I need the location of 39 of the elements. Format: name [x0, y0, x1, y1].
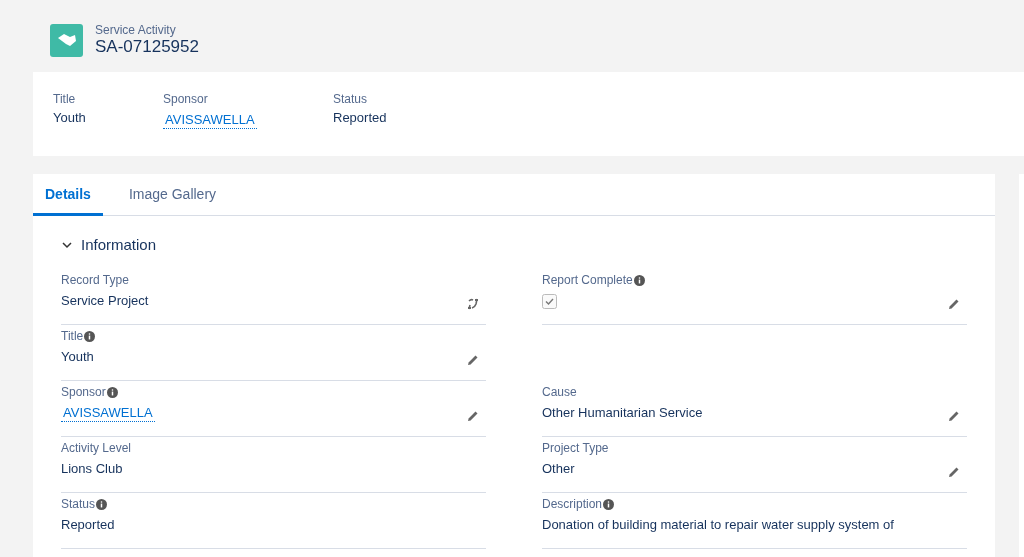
field-value: Youth	[61, 349, 94, 364]
field-label: Activity Level	[61, 441, 132, 455]
pencil-icon[interactable]	[466, 409, 480, 423]
sponsor-link[interactable]: AVISSAWELLA	[61, 403, 155, 422]
field-value: Service Project	[61, 293, 149, 308]
field-label: Project Type	[542, 441, 609, 455]
pencil-icon[interactable]	[947, 297, 961, 311]
field-label: Cause	[542, 385, 577, 399]
info-icon[interactable]	[106, 386, 118, 398]
info-icon[interactable]	[84, 330, 96, 342]
field-label: Sponsor	[61, 385, 106, 399]
field-value: Donation of building material to repair water supply system of	[542, 517, 894, 532]
field-value: Other Humanitarian Service	[542, 405, 703, 420]
field-label: Description	[542, 497, 603, 511]
field-value: Reported	[333, 110, 387, 125]
field-label: Sponsor	[163, 92, 208, 106]
field-value: Youth	[53, 110, 86, 125]
field-label: Status	[333, 92, 368, 106]
tab[interactable]: Image Gallery	[116, 174, 229, 216]
info-icon[interactable]	[633, 274, 645, 286]
field-label: Report Complete	[542, 273, 633, 287]
pencil-icon[interactable]	[947, 409, 961, 423]
field-label: Record Type	[61, 273, 129, 287]
object-type: Service Activity	[95, 23, 177, 37]
field-value: Other	[542, 461, 575, 476]
info-icon[interactable]	[603, 498, 615, 510]
field-value: Reported	[61, 517, 115, 532]
tab[interactable]: Details	[33, 174, 103, 216]
field-value: Lions Club	[61, 461, 123, 476]
pencil-icon[interactable]	[947, 465, 961, 479]
sponsor-link[interactable]: AVISSAWELLA	[163, 110, 257, 129]
section-title: Information	[81, 236, 157, 253]
field-label: Title	[61, 329, 84, 343]
pencil-icon[interactable]	[466, 353, 480, 367]
field-label: Title	[53, 92, 76, 106]
swap-icon[interactable]	[466, 297, 480, 311]
field-label: Status	[61, 497, 96, 511]
record-name: SA-07125952	[95, 37, 199, 57]
info-icon[interactable]	[96, 498, 108, 510]
